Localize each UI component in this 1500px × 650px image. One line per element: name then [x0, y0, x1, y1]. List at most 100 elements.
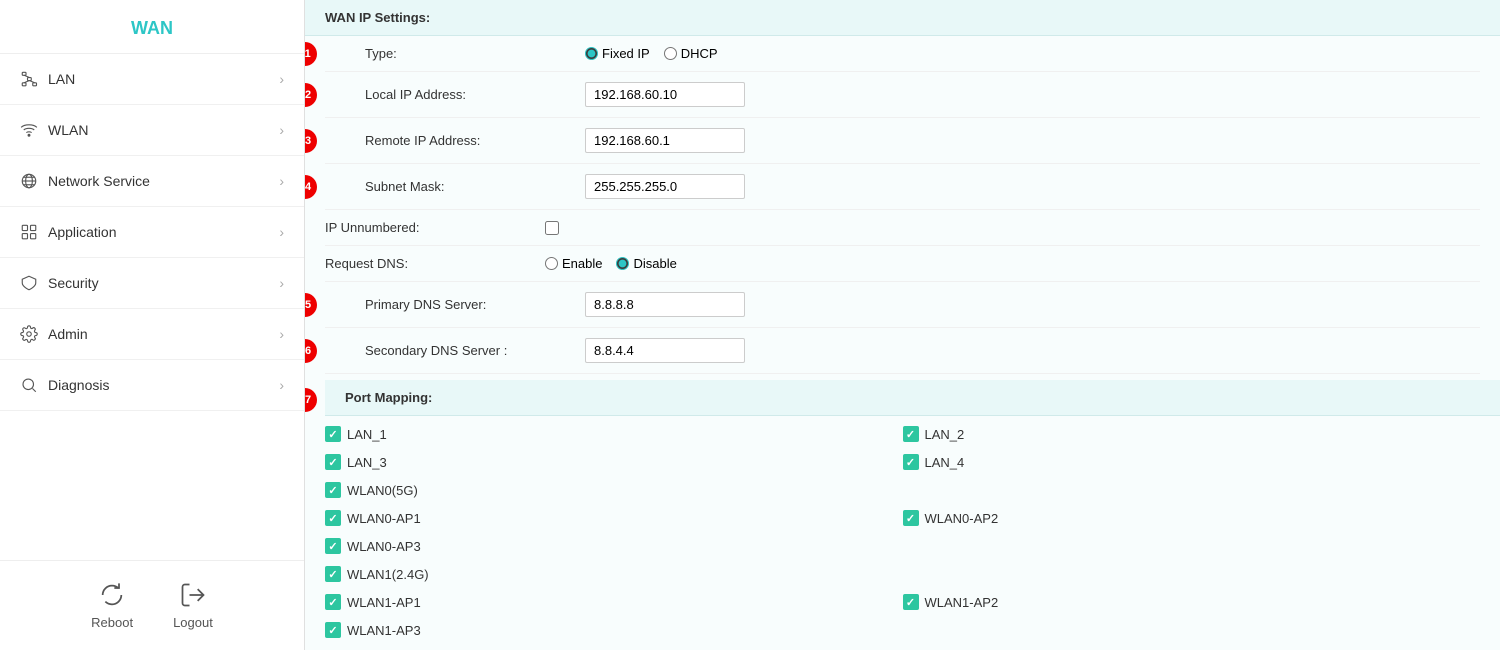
type-label: Type:: [365, 46, 585, 61]
type-controls: Fixed IP DHCP: [585, 46, 1480, 61]
local-ip-input[interactable]: [585, 82, 745, 107]
wlan0ap1-checkbox[interactable]: [325, 510, 341, 526]
remote-ip-input[interactable]: [585, 128, 745, 153]
dhcp-label: DHCP: [681, 46, 718, 61]
primary-dns-controls: [585, 292, 1480, 317]
secondary-dns-row: 16 Secondary DNS Server :: [325, 328, 1480, 374]
dns-disable-radio[interactable]: Disable: [616, 256, 676, 271]
fixed-ip-radio[interactable]: Fixed IP: [585, 46, 650, 61]
wlan1ap3-checkbox[interactable]: [325, 622, 341, 638]
ip-unnumbered-row: IP Unnumbered:: [325, 210, 1480, 246]
sidebar-item-admin[interactable]: Admin ›: [0, 309, 304, 360]
lan3-checkbox[interactable]: [325, 454, 341, 470]
wlan05g-checkbox[interactable]: [325, 482, 341, 498]
primary-dns-input[interactable]: [585, 292, 745, 317]
dns-enable-input[interactable]: [545, 257, 558, 270]
sidebar-item-wlan[interactable]: WLAN ›: [0, 105, 304, 156]
step-16-badge: 16: [305, 339, 317, 363]
dns-disable-input[interactable]: [616, 257, 629, 270]
wlan1ap2-checkbox[interactable]: [903, 594, 919, 610]
logout-button[interactable]: Logout: [173, 581, 213, 630]
port-item-wlan05g: WLAN0(5G): [325, 476, 903, 504]
fixed-ip-label: Fixed IP: [602, 46, 650, 61]
primary-dns-row: 15 Primary DNS Server:: [325, 282, 1480, 328]
subnet-mask-row: 14 Subnet Mask:: [325, 164, 1480, 210]
sidebar-item-diagnosis-label: Diagnosis: [48, 377, 109, 393]
step-13-badge: 13: [305, 129, 317, 153]
lan2-checkbox[interactable]: [903, 426, 919, 442]
port-item-wlan0ap2: WLAN0-AP2: [903, 504, 1481, 532]
chevron-icon-2: ›: [279, 122, 284, 138]
reboot-label: Reboot: [91, 615, 133, 630]
chevron-icon-5: ›: [279, 275, 284, 291]
wlan1ap1-checkbox[interactable]: [325, 594, 341, 610]
network-icon: [20, 70, 38, 88]
shield-icon: [20, 274, 38, 292]
sidebar-title: WAN: [0, 0, 304, 54]
wlan0ap2-checkbox[interactable]: [903, 510, 919, 526]
reboot-icon: [98, 581, 126, 609]
step-17-badge: 17: [305, 388, 317, 412]
sidebar-item-lan[interactable]: LAN ›: [0, 54, 304, 105]
dns-enable-label: Enable: [562, 256, 602, 271]
primary-dns-label: Primary DNS Server:: [365, 297, 585, 312]
local-ip-controls: [585, 82, 1480, 107]
remote-ip-row: 13 Remote IP Address:: [325, 118, 1480, 164]
logout-label: Logout: [173, 615, 213, 630]
sidebar-bottom: Reboot Logout: [0, 560, 304, 650]
port-item-wlan1ap1: WLAN1-AP1: [325, 588, 903, 616]
ip-unnumbered-controls: [545, 221, 1480, 235]
lan1-checkbox[interactable]: [325, 426, 341, 442]
step-14-badge: 14: [305, 175, 317, 199]
fixed-ip-radio-input[interactable]: [585, 47, 598, 60]
form-area: 11 Type: Fixed IP DHCP 12 Local IP Addre…: [305, 36, 1500, 374]
local-ip-label: Local IP Address:: [365, 87, 585, 102]
wlan0ap3-checkbox[interactable]: [325, 538, 341, 554]
wlan124g-checkbox[interactable]: [325, 566, 341, 582]
search-icon: [20, 376, 38, 394]
wan-ip-settings-header: WAN IP Settings:: [305, 0, 1500, 36]
dns-disable-label: Disable: [633, 256, 676, 271]
sidebar-item-security[interactable]: Security ›: [0, 258, 304, 309]
request-dns-label: Request DNS:: [325, 256, 545, 271]
step-12-badge: 12: [305, 83, 317, 107]
lan4-checkbox[interactable]: [903, 454, 919, 470]
subnet-mask-controls: [585, 174, 1480, 199]
chevron-icon-7: ›: [279, 377, 284, 393]
globe-icon: [20, 172, 38, 190]
dhcp-radio-input[interactable]: [664, 47, 677, 60]
request-dns-controls: Enable Disable: [545, 256, 1480, 271]
request-dns-row: Request DNS: Enable Disable: [325, 246, 1480, 282]
remote-ip-label: Remote IP Address:: [365, 133, 585, 148]
step-11-badge: 11: [305, 42, 317, 66]
wifi-icon: [20, 121, 38, 139]
remote-ip-controls: [585, 128, 1480, 153]
sidebar: WAN LAN › WLAN › Network Service › Appli…: [0, 0, 305, 650]
ip-unnumbered-checkbox[interactable]: [545, 221, 559, 235]
chevron-icon-3: ›: [279, 173, 284, 189]
dns-enable-radio[interactable]: Enable: [545, 256, 602, 271]
port-item-empty2: [903, 532, 1481, 560]
sidebar-item-network-service[interactable]: Network Service ›: [0, 156, 304, 207]
reboot-button[interactable]: Reboot: [91, 581, 133, 630]
gear-icon: [20, 325, 38, 343]
port-item-lan4: LAN_4: [903, 448, 1481, 476]
subnet-mask-label: Subnet Mask:: [365, 179, 585, 194]
logout-icon: [179, 581, 207, 609]
dhcp-radio[interactable]: DHCP: [664, 46, 718, 61]
port-item-empty3: [903, 560, 1481, 588]
port-item-wlan0ap3: WLAN0-AP3: [325, 532, 903, 560]
sidebar-item-lan-label: LAN: [48, 71, 75, 87]
chevron-icon: ›: [279, 71, 284, 87]
port-mapping-header: Port Mapping:: [325, 380, 1500, 416]
port-item-lan1: LAN_1: [325, 420, 903, 448]
sidebar-item-admin-label: Admin: [48, 326, 88, 342]
sidebar-item-application[interactable]: Application ›: [0, 207, 304, 258]
secondary-dns-input[interactable]: [585, 338, 745, 363]
subnet-mask-input[interactable]: [585, 174, 745, 199]
port-grid: LAN_1 LAN_2 LAN_3 LAN_4 WLAN0(5G) WLAN0-…: [305, 416, 1500, 648]
port-item-lan2: LAN_2: [903, 420, 1481, 448]
secondary-dns-label: Secondary DNS Server :: [365, 343, 585, 358]
main-content: WAN IP Settings: 11 Type: Fixed IP DHCP …: [305, 0, 1500, 650]
sidebar-item-diagnosis[interactable]: Diagnosis ›: [0, 360, 304, 411]
